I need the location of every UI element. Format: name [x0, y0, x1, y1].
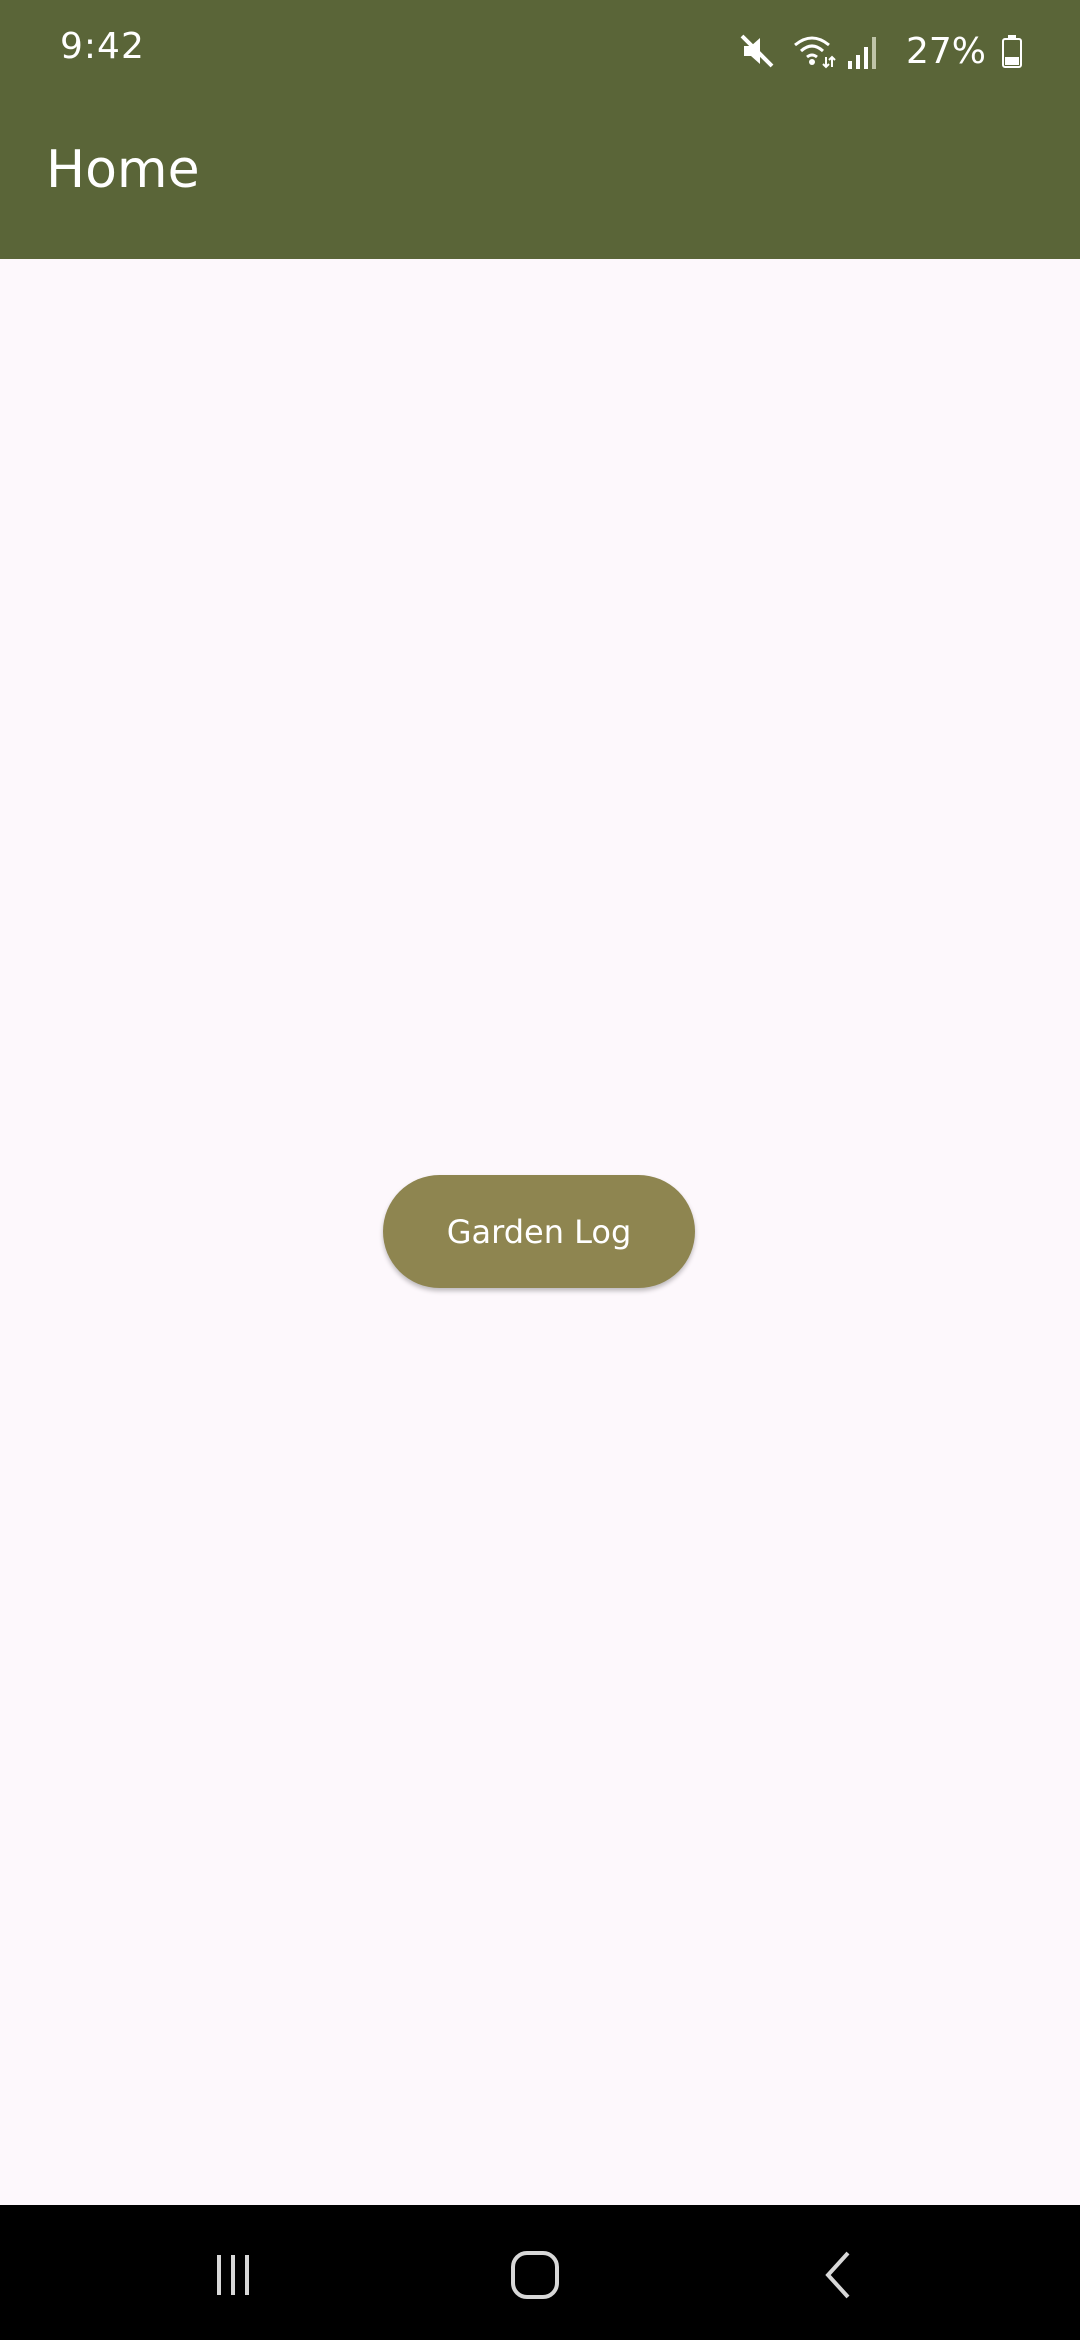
page-title: Home	[46, 140, 200, 200]
wifi-icon	[792, 31, 836, 71]
status-icons: 27%	[738, 26, 1024, 76]
top-app-bar: 9:42 27% Home	[0, 0, 1080, 259]
navigation-bar	[0, 2205, 1080, 2340]
mute-icon	[738, 31, 778, 71]
back-icon[interactable]	[798, 2235, 878, 2315]
home-icon[interactable]	[495, 2235, 575, 2315]
garden-log-button[interactable]: Garden Log	[383, 1175, 695, 1288]
battery-percent: 27%	[905, 30, 986, 72]
recents-icon[interactable]	[193, 2235, 273, 2315]
status-bar: 9:42 27%	[0, 0, 1080, 100]
screen: 9:42 27% Home Garden Log	[0, 0, 1080, 2340]
battery-icon	[1000, 31, 1024, 71]
status-time: 9:42	[60, 26, 145, 67]
signal-icon	[846, 31, 886, 71]
